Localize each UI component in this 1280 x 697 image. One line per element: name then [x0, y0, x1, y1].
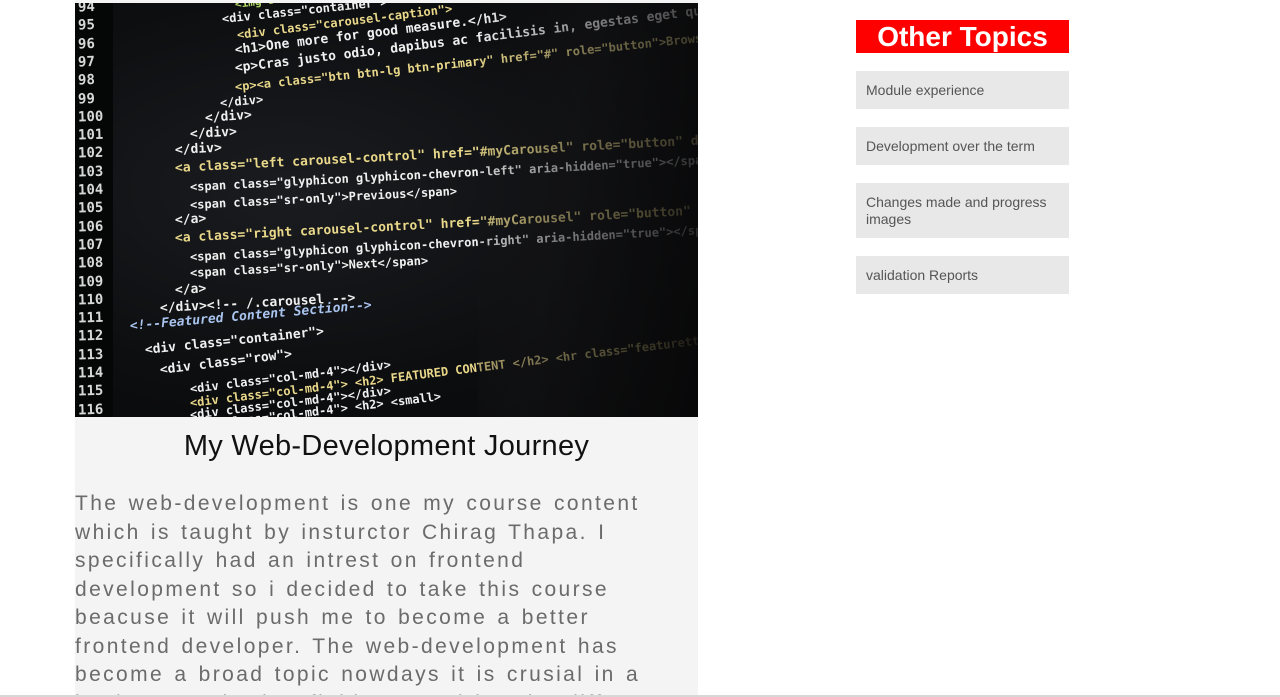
code-line-number: 114 — [77, 364, 104, 382]
code-line-number: 107 — [77, 236, 104, 254]
code-screenshot-image: 94 95 96 97 98 99 100 101 102 103 104 105 106 107 108 1… — [75, 3, 698, 417]
code-line-number: 98 — [77, 72, 96, 89]
code-line-number: 102 — [77, 145, 104, 162]
code-line-number: 111 — [77, 309, 104, 327]
topic-link-validation-reports[interactable]: validation Reports — [856, 256, 1069, 294]
line-number-gutter: 94 95 96 97 98 99 100 101 102 103 104 105 106 107 108 1… — [75, 3, 113, 417]
sidebar-heading: Other Topics — [856, 20, 1069, 53]
code-line-number: 108 — [77, 254, 104, 272]
other-topics-sidebar: Other Topics Module experience Developme… — [856, 20, 1069, 312]
code-line-text: </a> — [174, 281, 207, 298]
code-line-number: 116 — [77, 401, 104, 417]
code-line-number: 100 — [77, 108, 104, 126]
code-line-number: 110 — [77, 291, 104, 309]
code-line-number: 113 — [77, 346, 104, 364]
code-line-number: 94 — [77, 3, 96, 16]
topic-link-changes-progress-images[interactable]: Changes made and progress images — [856, 183, 1069, 238]
article-title: My Web-Development Journey — [183, 430, 590, 462]
article-body: The web-development is one my course con… — [75, 492, 661, 697]
code-line-number: 95 — [77, 17, 96, 34]
topic-link-development-over-term[interactable]: Development over the term — [856, 127, 1069, 165]
code-line-number: 101 — [77, 126, 104, 144]
code-line-number: 112 — [77, 328, 104, 345]
article-card: 94 95 96 97 98 99 100 101 102 103 104 105 106 107 108 1… — [75, 0, 698, 697]
code-line-number: 106 — [77, 218, 104, 236]
image-shadow — [478, 3, 698, 417]
code-line-number: 103 — [77, 163, 104, 181]
code-line-number: 99 — [77, 90, 96, 108]
code-line-number: 115 — [77, 382, 104, 400]
code-line-number: 109 — [77, 273, 104, 291]
code-line-text: </a> — [174, 211, 207, 228]
code-line-number: 105 — [77, 199, 104, 217]
code-line-text: </div> — [174, 140, 223, 158]
code-line-number: 96 — [77, 35, 96, 53]
code-line-number: 97 — [77, 53, 96, 71]
code-line-number: 104 — [77, 181, 104, 199]
topic-link-module-experience[interactable]: Module experience — [856, 71, 1069, 109]
